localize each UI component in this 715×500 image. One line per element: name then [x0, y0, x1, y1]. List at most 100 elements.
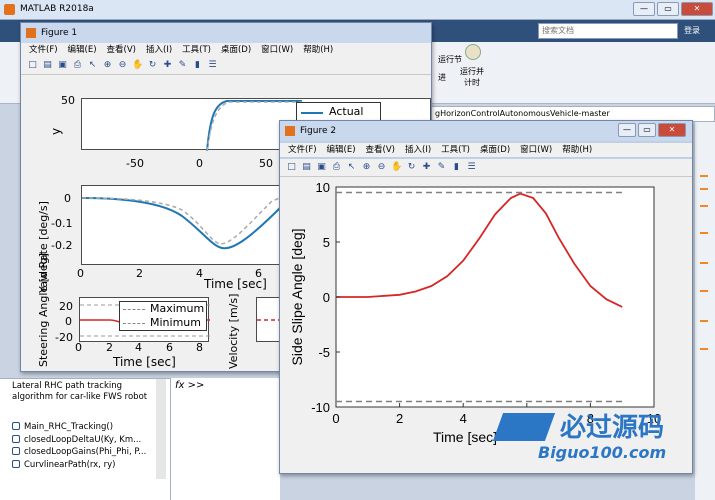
menu-item[interactable]: 插入(I)	[405, 143, 431, 155]
menu-item[interactable]: 桌面(D)	[221, 43, 251, 55]
menu-item[interactable]: 桌面(D)	[480, 143, 510, 155]
figure2-title: Figure 2	[300, 126, 337, 136]
menu-item[interactable]: 窗口(W)	[261, 43, 293, 55]
x-tick: 0	[75, 341, 82, 354]
brush-icon[interactable]: ✎	[436, 162, 447, 173]
file-name: Main_RHC_Tracking()	[24, 422, 114, 432]
menu-item[interactable]: 帮助(H)	[562, 143, 592, 155]
y-axis-label: Side Slipe Angle [deg]	[289, 229, 305, 366]
new-icon[interactable]: □	[286, 162, 297, 173]
steering-xlabel: Time [sec]	[113, 355, 176, 369]
pointer-icon[interactable]: ↖	[87, 60, 98, 71]
marker	[700, 290, 708, 292]
zoom-in-icon[interactable]: ⊕	[361, 162, 372, 173]
x-tick: 0	[196, 157, 203, 170]
menu-item[interactable]: 文件(F)	[29, 43, 58, 55]
brush-icon[interactable]: ✎	[177, 60, 188, 71]
menu-item[interactable]: 工具(T)	[182, 43, 211, 55]
file-list-item[interactable]: CurvlinearPath(rx, ry)	[12, 459, 162, 472]
menu-item[interactable]: 查看(V)	[366, 143, 395, 155]
run-and-time-button[interactable]: 运行并 计时	[460, 66, 484, 88]
menu-item[interactable]: 文件(F)	[288, 143, 317, 155]
print-icon[interactable]: ⎙	[72, 60, 83, 71]
rotate-icon[interactable]: ↻	[406, 162, 417, 173]
x-tick: 4	[196, 267, 203, 280]
file-list-item[interactable]: closedLoopDeltaU(Ky, Km...	[12, 434, 162, 447]
file-name: CurvlinearPath(rx, ry)	[24, 459, 116, 470]
run-time-icon	[465, 44, 481, 60]
graduation-cap-icon	[492, 413, 556, 441]
pointer-icon[interactable]: ↖	[346, 162, 357, 173]
menu-item[interactable]: 查看(V)	[107, 43, 136, 55]
colorbar-icon[interactable]: ▮	[192, 60, 203, 71]
print-icon[interactable]: ⎙	[331, 162, 342, 173]
x-tick: 0	[77, 267, 84, 280]
file-list-item[interactable]: Main_RHC_Tracking()	[12, 421, 162, 434]
minimize-button[interactable]: —	[633, 2, 655, 16]
y-tick: 20	[59, 300, 73, 313]
watermark: 必过源码 Biguo100.com	[492, 405, 698, 470]
menu-item[interactable]: 插入(I)	[146, 43, 172, 55]
colorbar-icon[interactable]: ▮	[451, 162, 462, 173]
file-list-item[interactable]: closedLoopGains(Phi_Phi, P...	[12, 446, 162, 459]
run-section-button[interactable]: 运行节	[438, 54, 462, 65]
y-tick-label: -10	[311, 400, 330, 415]
save-icon[interactable]: ▣	[57, 60, 68, 71]
function-icon	[12, 459, 20, 468]
file-description: Lateral RHC path tracking algorithm for …	[12, 381, 148, 402]
x-tick: 4	[135, 341, 142, 354]
file-details-panel: Lateral RHC path tracking algorithm for …	[0, 378, 170, 500]
trajectory-legend: Actual	[296, 102, 381, 122]
function-icon	[12, 447, 20, 455]
maximize-button[interactable]: ▭	[657, 2, 679, 16]
pan-icon[interactable]: ✋	[391, 162, 402, 173]
y-tick-label: 0	[323, 290, 330, 305]
workspace-strip	[695, 122, 715, 500]
open-icon[interactable]: ▤	[42, 60, 53, 71]
marker	[700, 175, 708, 177]
data-cursor-icon[interactable]: ✚	[162, 60, 173, 71]
menu-item[interactable]: 帮助(H)	[303, 43, 333, 55]
search-input[interactable]: 搜索文档	[538, 23, 678, 39]
watermark-url: Biguo100.com	[538, 443, 667, 462]
close-button[interactable]: ✕	[658, 123, 686, 137]
marker	[700, 188, 708, 190]
data-cursor-icon[interactable]: ✚	[421, 162, 432, 173]
login-link[interactable]: 登录	[684, 25, 700, 36]
steering-ylabel: Steering Angle [deg]	[37, 253, 50, 367]
minimize-button[interactable]: —	[618, 123, 636, 137]
zoom-out-icon[interactable]: ⊖	[117, 60, 128, 71]
figure2-toolbar: □ ▤ ▣ ⎙ ↖ ⊕ ⊖ ✋ ↻ ✚ ✎ ▮ ☰	[280, 159, 692, 177]
menu-item[interactable]: 工具(T)	[441, 143, 470, 155]
open-icon[interactable]: ▤	[301, 162, 312, 173]
figure1-title: Figure 1	[41, 28, 78, 38]
scrollbar[interactable]	[156, 379, 166, 479]
matlab-logo-icon	[4, 4, 15, 15]
marker	[700, 348, 708, 350]
save-icon[interactable]: ▣	[316, 162, 327, 173]
legend-label: Actual	[329, 105, 364, 118]
zoom-out-icon[interactable]: ⊖	[376, 162, 387, 173]
pan-icon[interactable]: ✋	[132, 60, 143, 71]
menu-item[interactable]: 编辑(E)	[68, 43, 97, 55]
y-tick: 0	[65, 315, 72, 328]
y-tick-label: 10	[316, 180, 330, 195]
command-window[interactable]: fx >>	[170, 378, 280, 500]
marker	[700, 205, 708, 207]
zoom-in-icon[interactable]: ⊕	[102, 60, 113, 71]
menu-item[interactable]: 编辑(E)	[327, 143, 356, 155]
rotate-icon[interactable]: ↻	[147, 60, 158, 71]
legend-icon[interactable]: ☰	[466, 162, 477, 173]
figure1-toolbar: □ ▤ ▣ ⎙ ↖ ⊕ ⊖ ✋ ↻ ✚ ✎ ▮ ☰	[21, 57, 431, 75]
x-tick: 8	[196, 341, 203, 354]
maximize-button[interactable]: ▭	[638, 123, 656, 137]
legend-icon[interactable]: ☰	[207, 60, 218, 71]
y-tick: -20	[55, 331, 73, 344]
menu-item[interactable]: 窗口(W)	[520, 143, 552, 155]
advance-button[interactable]: 进	[438, 72, 446, 83]
figure1-titlebar: Figure 1	[21, 23, 431, 43]
trajectory-ylabel: y	[49, 127, 63, 135]
new-icon[interactable]: □	[27, 60, 38, 71]
matlab-logo-icon	[26, 28, 36, 38]
close-button[interactable]: ✕	[681, 2, 713, 16]
